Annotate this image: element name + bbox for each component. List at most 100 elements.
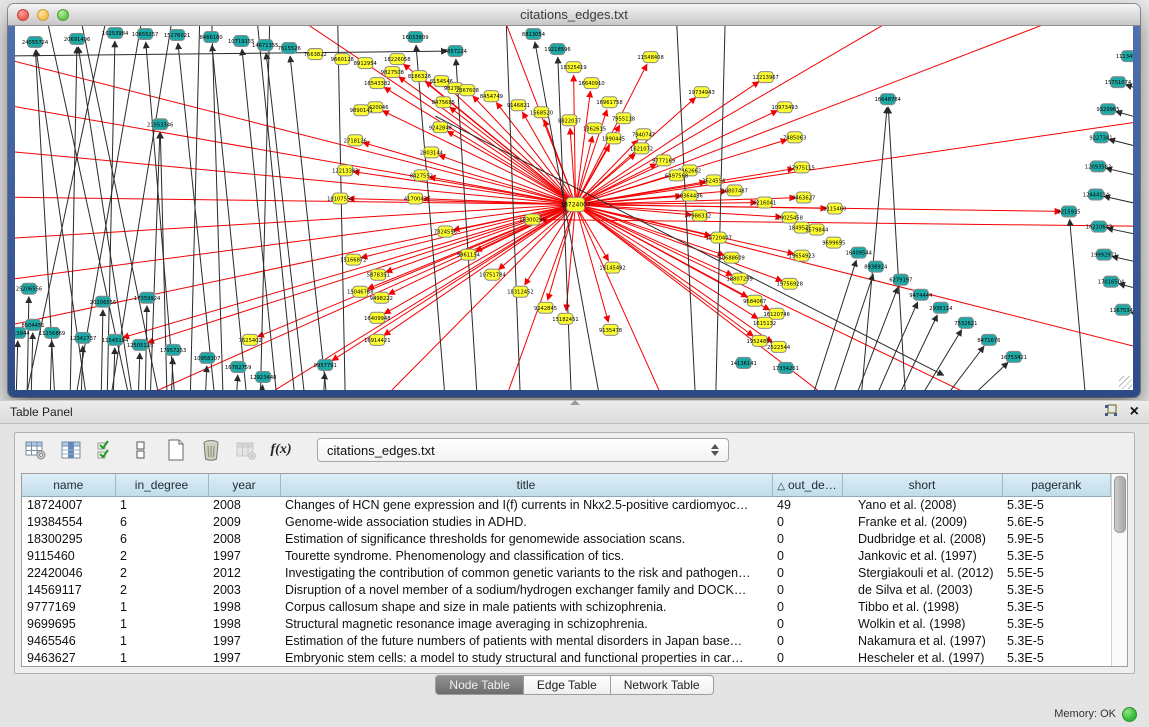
graph-node[interactable]: 18226058 <box>384 54 410 65</box>
graph-node[interactable]: 9329965 <box>1096 104 1119 115</box>
graph-node[interactable]: 10719155 <box>228 36 254 47</box>
delete-icon[interactable] <box>198 437 224 463</box>
graph-node[interactable]: 9115460 <box>823 203 846 214</box>
graph-node[interactable]: 17334261 <box>772 362 798 373</box>
graph-node[interactable]: 11545194 <box>102 334 129 345</box>
graph-node[interactable]: 20206556 <box>90 296 116 307</box>
column-header-pagerank[interactable]: pagerank <box>1002 474 1111 497</box>
column-header-short[interactable]: short <box>842 474 1002 497</box>
graph-node[interactable]: 7615526 <box>278 43 301 54</box>
graph-node[interactable]: 15720407 <box>705 232 731 243</box>
graph-node[interactable]: 10751784 <box>479 269 506 280</box>
graph-node[interactable]: 17016504 <box>1098 276 1125 287</box>
graph-node[interactable]: 12505135 <box>127 339 153 350</box>
splitter-handle-icon[interactable] <box>570 400 580 405</box>
graph-node[interactable]: 16914421 <box>364 334 390 345</box>
graph-node[interactable]: 4170043 <box>404 193 427 204</box>
graph-node[interactable]: 24055724 <box>22 37 49 48</box>
graph-node[interactable]: 12975115 <box>789 162 815 173</box>
graph-node[interactable]: 9660128 <box>331 54 354 65</box>
table-row[interactable]: 977716911998Corpus callosum shape and si… <box>22 598 1111 615</box>
graph-node[interactable]: 20364436 <box>676 190 702 201</box>
graph-node[interactable]: 9242845 <box>534 302 557 313</box>
graph-node[interactable]: 20691406 <box>64 34 90 45</box>
graph-node[interactable]: 16753421 <box>1001 351 1027 362</box>
graph-node[interactable]: 9463627 <box>792 192 815 203</box>
graph-node[interactable]: 19218596 <box>544 44 570 55</box>
graph-node[interactable]: 7532621 <box>954 317 977 328</box>
graph-node[interactable]: 16033809 <box>402 32 428 43</box>
graph-node[interactable]: 8427552 <box>410 170 433 181</box>
rows-icon[interactable] <box>128 437 154 463</box>
graph-node[interactable]: 15751074 <box>1105 77 1132 88</box>
table-select-dropdown[interactable]: citations_edges.txt <box>317 438 729 462</box>
graph-node[interactable]: 12923448 <box>250 371 276 382</box>
table-row[interactable]: 1938455462009Genome-wide association stu… <box>22 514 1111 531</box>
column-header-name[interactable]: name <box>22 474 115 497</box>
graph-node[interactable]: 15182451 <box>552 313 578 324</box>
row-check-icon[interactable] <box>93 437 119 463</box>
graph-node[interactable]: 2718126 <box>344 135 367 146</box>
table-row[interactable]: 946554611997Estimation of the future num… <box>22 632 1111 649</box>
graph-node[interactable]: 8822037 <box>558 115 581 126</box>
graph-node[interactable]: 7940747 <box>632 129 655 140</box>
graph-node[interactable]: 8813054 <box>522 29 546 40</box>
resize-grip-icon[interactable] <box>1119 376 1132 389</box>
tab-node-table[interactable]: Node Table <box>435 675 524 695</box>
float-panel-icon[interactable] <box>1104 404 1118 420</box>
column-header-year[interactable]: year <box>208 474 280 497</box>
graph-node[interactable]: 19992971 <box>1091 249 1117 260</box>
graph-node[interactable]: 9146821 <box>507 100 530 111</box>
graph-node[interactable]: 7663822 <box>304 49 327 60</box>
graph-node[interactable]: 17957253 <box>160 344 186 355</box>
graph-node[interactable]: 10807487 <box>721 185 747 196</box>
graph-node[interactable]: 11134540 <box>1116 51 1133 62</box>
graph-node[interactable]: 10655257 <box>132 29 158 40</box>
new-document-icon[interactable] <box>163 437 189 463</box>
graph-node[interactable]: 10688609 <box>718 252 744 263</box>
table-row[interactable]: 1830029562008Estimation of significance … <box>22 531 1111 548</box>
graph-node[interactable]: 3624554 <box>702 175 726 186</box>
table-scrollbar-thumb[interactable] <box>1114 476 1126 533</box>
close-panel-icon[interactable]: × <box>1130 405 1139 419</box>
graph-node[interactable]: 10973493 <box>771 102 797 113</box>
table-scrollbar[interactable] <box>1111 474 1127 666</box>
graph-node[interactable]: 16640910 <box>578 78 604 89</box>
graph-node[interactable]: 1990445 <box>602 133 625 144</box>
graph-node[interactable]: 14671355 <box>252 40 278 51</box>
table-row[interactable]: 2242004622012Investigating the contribut… <box>22 565 1111 582</box>
column-header-in_degree[interactable]: in_degree <box>115 474 208 497</box>
graph-node[interactable]: 1568520 <box>530 107 553 118</box>
graph-node[interactable]: 10025458 <box>777 212 803 223</box>
column-header-out_degree[interactable]: △out_de… <box>772 474 842 497</box>
graph-node[interactable]: 8454749 <box>480 91 503 102</box>
table-settings-icon[interactable] <box>23 437 49 463</box>
graph-node[interactable]: 7857224 <box>444 46 468 57</box>
graph-node[interactable]: 2803144 <box>420 147 444 158</box>
graph-node[interactable]: 18325419 <box>560 62 586 73</box>
graph-node[interactable]: 16253984 <box>102 28 129 39</box>
graph-node[interactable]: 12093582 <box>1085 161 1111 172</box>
table-row[interactable]: 969969511998Structural magnetic resonanc… <box>22 615 1111 632</box>
graph-node[interactable]: 9777169 <box>652 155 675 166</box>
graph-node[interactable]: 12444134 <box>1083 189 1110 200</box>
table-row[interactable]: 1456911722003Disruption of a novel membe… <box>22 581 1111 598</box>
graph-node[interactable]: 8938924 <box>864 261 888 272</box>
graph-node[interactable]: 7324556 <box>434 226 457 237</box>
graph-node[interactable]: 9827508 <box>381 67 404 78</box>
graph-node[interactable]: 12342737 <box>70 332 96 343</box>
table-row[interactable]: 1872400712008Changes of HCN gene express… <box>22 497 1111 514</box>
column-select-icon[interactable] <box>58 437 84 463</box>
graph-node[interactable]: 9227341 <box>1089 132 1112 143</box>
graph-node[interactable]: 11548408 <box>637 52 663 63</box>
graph-node[interactable]: 8466160 <box>200 32 223 43</box>
network-canvas[interactable]: 2405572420691406162539841065525715276021… <box>15 26 1133 390</box>
function-icon[interactable]: f(x) <box>268 437 294 463</box>
graph-node[interactable]: 11675342 <box>1110 304 1133 315</box>
graph-node[interactable]: 16409948 <box>364 312 390 323</box>
citation-network-graph[interactable]: 2405572420691406162539841065525715276021… <box>15 26 1133 390</box>
graph-node[interactable]: 8215935 <box>1057 206 1080 217</box>
table-row[interactable]: 946362711997Embryonic stem cells: a mode… <box>22 649 1111 666</box>
column-header-title[interactable]: title <box>280 474 772 497</box>
tab-network-table[interactable]: Network Table <box>611 675 714 695</box>
